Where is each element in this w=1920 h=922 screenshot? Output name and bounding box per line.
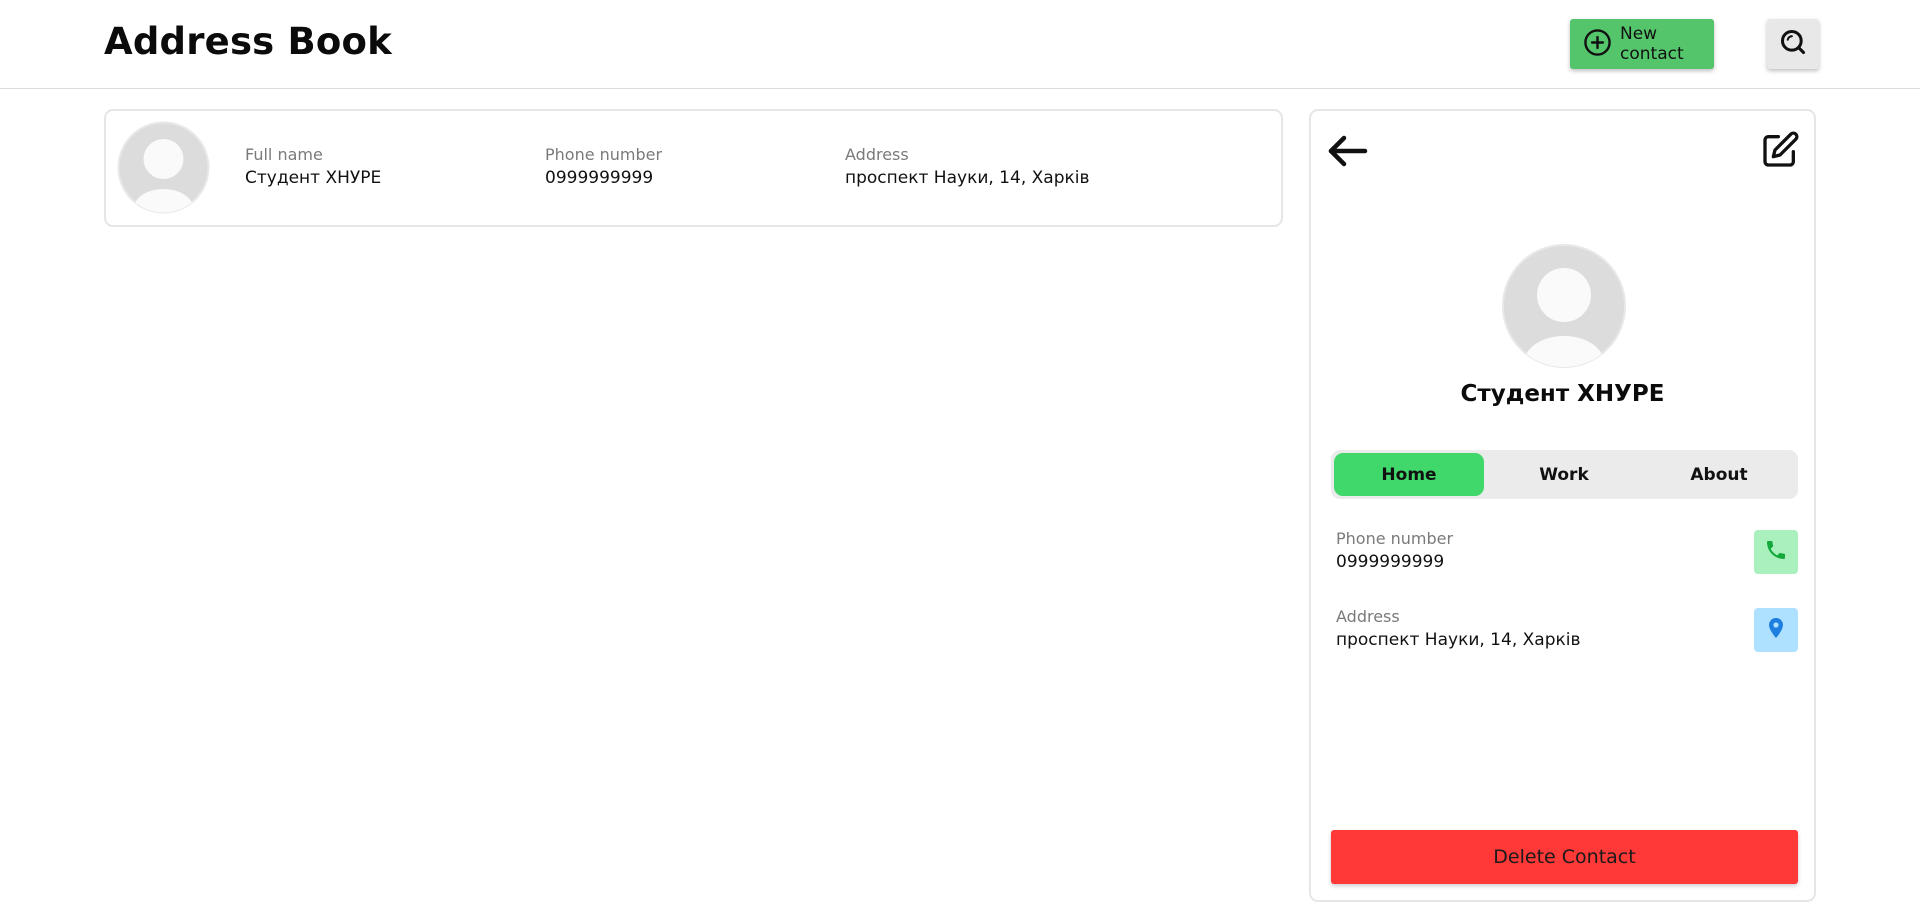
phone-info: Phone number 0999999999 bbox=[1336, 529, 1453, 572]
address-column: Address проспект Науки, 14, Харків bbox=[845, 145, 1090, 188]
contact-avatar bbox=[1501, 243, 1627, 369]
map-button[interactable] bbox=[1754, 608, 1798, 652]
contact-list-item[interactable]: Full name Студент ХНУРЕ Phone number 099… bbox=[104, 109, 1283, 227]
phone-column: Phone number 0999999999 bbox=[545, 145, 662, 188]
app-header: Address Book New contact bbox=[0, 0, 1920, 89]
full-name-column: Full name Студент ХНУРЕ bbox=[245, 145, 381, 188]
avatar bbox=[117, 121, 210, 214]
tab-about[interactable]: About bbox=[1644, 453, 1794, 496]
edit-icon bbox=[1760, 131, 1800, 174]
detail-phone-value: 0999999999 bbox=[1336, 552, 1445, 572]
delete-contact-button[interactable]: Delete Contact bbox=[1331, 830, 1798, 884]
full-name-label: Full name bbox=[245, 145, 323, 164]
address-value: проспект Науки, 14, Харків bbox=[845, 168, 1090, 188]
phone-label: Phone number bbox=[545, 145, 663, 164]
address-label: Address bbox=[845, 145, 909, 164]
detail-tabs: Home Work About bbox=[1331, 450, 1798, 499]
tab-home[interactable]: Home bbox=[1334, 453, 1484, 496]
edit-button[interactable] bbox=[1760, 130, 1800, 170]
tab-work[interactable]: Work bbox=[1489, 453, 1639, 496]
arrow-left-icon bbox=[1326, 135, 1370, 175]
plus-circle-icon bbox=[1583, 28, 1612, 61]
new-contact-button[interactable]: New contact bbox=[1570, 19, 1714, 69]
back-button[interactable] bbox=[1326, 131, 1370, 171]
address-info: Address проспект Науки, 14, Харків bbox=[1336, 607, 1581, 650]
phone-value: 0999999999 bbox=[545, 168, 654, 188]
page-title: Address Book bbox=[104, 20, 392, 63]
map-pin-icon bbox=[1764, 615, 1788, 645]
detail-address-label: Address bbox=[1336, 607, 1400, 626]
contact-name: Студент ХНУРЕ bbox=[1460, 381, 1665, 407]
search-button[interactable] bbox=[1767, 19, 1819, 69]
call-button[interactable] bbox=[1754, 530, 1798, 574]
full-name-value: Студент ХНУРЕ bbox=[245, 168, 382, 188]
phone-icon bbox=[1764, 538, 1788, 566]
detail-address-value: проспект Науки, 14, Харків bbox=[1336, 630, 1581, 650]
new-contact-label: New contact bbox=[1620, 24, 1684, 64]
detail-phone-label: Phone number bbox=[1336, 529, 1454, 548]
contact-detail-panel: Студент ХНУРЕ Home Work About Phone numb… bbox=[1309, 109, 1816, 902]
search-icon bbox=[1779, 28, 1807, 60]
